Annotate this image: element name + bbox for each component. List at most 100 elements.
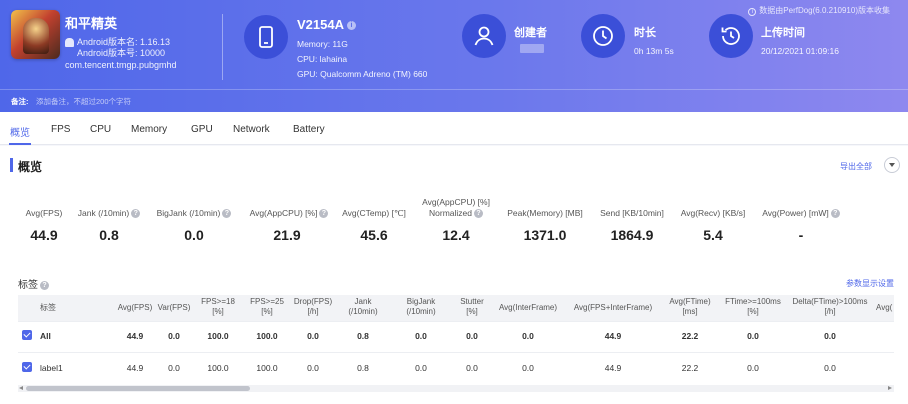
- scrollbar-thumb[interactable]: [26, 386, 250, 391]
- android-version-code: Android版本号: 10000: [77, 48, 166, 58]
- column-header-line: Avg(FTime): [669, 297, 711, 306]
- table-cell: 0.0: [168, 331, 180, 341]
- tab-overview[interactable]: 概览: [10, 124, 30, 139]
- metric-label-avg-appcpu-normalized: Avg(AppCPU) [%] Normalized?: [422, 197, 490, 219]
- tab-bar: 概览 FPS CPU Memory GPU Network Battery: [0, 112, 908, 145]
- header-separator: [0, 89, 908, 90]
- column-header: Avg(InterFrame): [493, 303, 563, 313]
- device-info-icon[interactable]: i: [346, 21, 356, 31]
- metric-value-avg-ctemp: 45.6: [360, 227, 388, 243]
- help-icon[interactable]: ?: [474, 209, 483, 219]
- help-icon[interactable]: ?: [40, 280, 49, 290]
- column-header-line: FTime>=100ms: [725, 297, 781, 306]
- column-header-line: [/h]: [307, 307, 319, 316]
- table-cell: 44.9: [604, 331, 622, 341]
- android-icon: [65, 38, 74, 47]
- column-header-line: Var(FPS): [157, 303, 191, 312]
- export-all-button[interactable]: 导出全部: [840, 161, 872, 172]
- table-cell: 0.0: [747, 363, 759, 373]
- tab-network[interactable]: Network: [233, 124, 270, 135]
- tab-memory[interactable]: Memory: [131, 124, 167, 135]
- metric-label-avg-recv: Avg(Recv) [KB/s]: [680, 208, 746, 218]
- column-header-line: (/10min): [406, 307, 436, 316]
- checkbox-all[interactable]: [22, 330, 32, 340]
- tab-cpu[interactable]: CPU: [90, 124, 111, 135]
- column-header: FPS>=25 [%]: [244, 297, 290, 317]
- tab-gpu[interactable]: GPU: [191, 124, 213, 135]
- section-accent: [10, 158, 13, 172]
- report-header: 和平精英 Android版本名: 1.16.13 Android版本号: 100…: [0, 0, 908, 112]
- table-cell: 44.9: [126, 363, 144, 373]
- column-header: Avg(FPS): [115, 303, 155, 313]
- table-cell: 0.0: [415, 331, 427, 341]
- column-header: Stutter [%]: [452, 297, 492, 317]
- metric-label-jank: Jank (/10min)?: [74, 208, 144, 219]
- device-cpu: CPU: lahaina: [297, 54, 348, 64]
- checkbox-label1[interactable]: [22, 362, 32, 372]
- help-icon[interactable]: ?: [319, 209, 329, 219]
- help-icon[interactable]: ?: [222, 209, 232, 219]
- table-cell: 0.0: [522, 363, 534, 373]
- collapse-button[interactable]: [884, 157, 900, 173]
- note-label: 备注:: [11, 97, 29, 106]
- table-cell: 0.0: [466, 363, 478, 373]
- metric-label-avg-appcpu: Avg(AppCPU) [%]?: [245, 208, 333, 219]
- help-icon[interactable]: ?: [131, 209, 141, 219]
- device-memory: Memory: 11G: [297, 39, 348, 49]
- tab-fps[interactable]: FPS: [51, 124, 70, 135]
- help-icon[interactable]: ?: [830, 209, 840, 219]
- table-cell: 0.0: [415, 363, 427, 373]
- column-header: 标签: [40, 303, 90, 313]
- metric-value-avg-appcpu-normalized: 12.4: [442, 227, 470, 243]
- app-name: 和平精英: [65, 16, 118, 31]
- device-name: V2154A i: [297, 17, 356, 32]
- scroll-left-icon[interactable]: [19, 386, 23, 390]
- column-header: Avg(: [876, 303, 894, 313]
- row-name-label1: label1: [40, 363, 63, 373]
- column-header-line: FPS>=25: [250, 297, 284, 306]
- metric-label-peak-memory: Peak(Memory) [MB]: [507, 208, 583, 218]
- column-header: BigJank (/10min): [393, 297, 449, 317]
- active-tab-indicator: [9, 143, 31, 145]
- table-cell: 0.0: [747, 331, 759, 341]
- column-header-line: FPS>=18: [201, 297, 235, 306]
- note-input[interactable]: 添加备注，不超过200个字符: [36, 96, 131, 107]
- column-header-line: [%]: [261, 307, 273, 316]
- tags-title: 标签?: [18, 276, 49, 291]
- column-header: FPS>=18 [%]: [195, 297, 241, 317]
- table-cell: 22.2: [681, 363, 699, 373]
- column-header-line: BigJank: [406, 297, 436, 306]
- column-header-line: Drop(FPS): [293, 297, 333, 306]
- upload-time-value: 20/12/2021 01:09:16: [761, 46, 839, 56]
- app-icon: [11, 10, 60, 59]
- metric-value-avg-power: -: [798, 227, 804, 243]
- history-icon: [709, 14, 753, 58]
- column-header-line: (/10min): [348, 307, 378, 316]
- row-divider: [18, 352, 894, 353]
- duration-title: 时长: [634, 27, 656, 39]
- tab-battery[interactable]: Battery: [293, 124, 325, 135]
- metric-label-bigjank: BigJank (/10min)?: [154, 208, 234, 219]
- param-settings-button[interactable]: 参数显示设置: [846, 278, 894, 289]
- column-header: Avg(FPS+InterFrame): [565, 303, 661, 313]
- device-gpu: GPU: Qualcomm Adreno (TM) 660: [297, 69, 428, 79]
- column-header-line: [%]: [747, 307, 759, 316]
- scroll-right-icon[interactable]: [888, 386, 892, 390]
- creator-value: [520, 44, 544, 53]
- table-cell: 0.0: [307, 331, 319, 341]
- column-header: FTime>=100ms [%]: [720, 297, 786, 317]
- row-name-all: All: [40, 331, 51, 341]
- table-cell: 0.0: [522, 331, 534, 341]
- metric-value-avg-fps: 44.9: [30, 227, 58, 243]
- metric-value-peak-memory: 1371.0: [523, 227, 567, 243]
- table-cell: 100.0: [256, 363, 278, 373]
- column-header: Drop(FPS) [/h]: [290, 297, 336, 317]
- table-cell: 0.0: [168, 363, 180, 373]
- column-header-line: Avg(FPS): [117, 303, 153, 312]
- user-icon: [462, 14, 506, 58]
- column-header-line: Avg(: [876, 303, 893, 312]
- info-circle-icon: i: [748, 8, 757, 16]
- section-title: 概览: [18, 160, 43, 174]
- metric-value-bigjank: 0.0: [184, 227, 204, 243]
- column-header: Var(FPS): [154, 303, 194, 313]
